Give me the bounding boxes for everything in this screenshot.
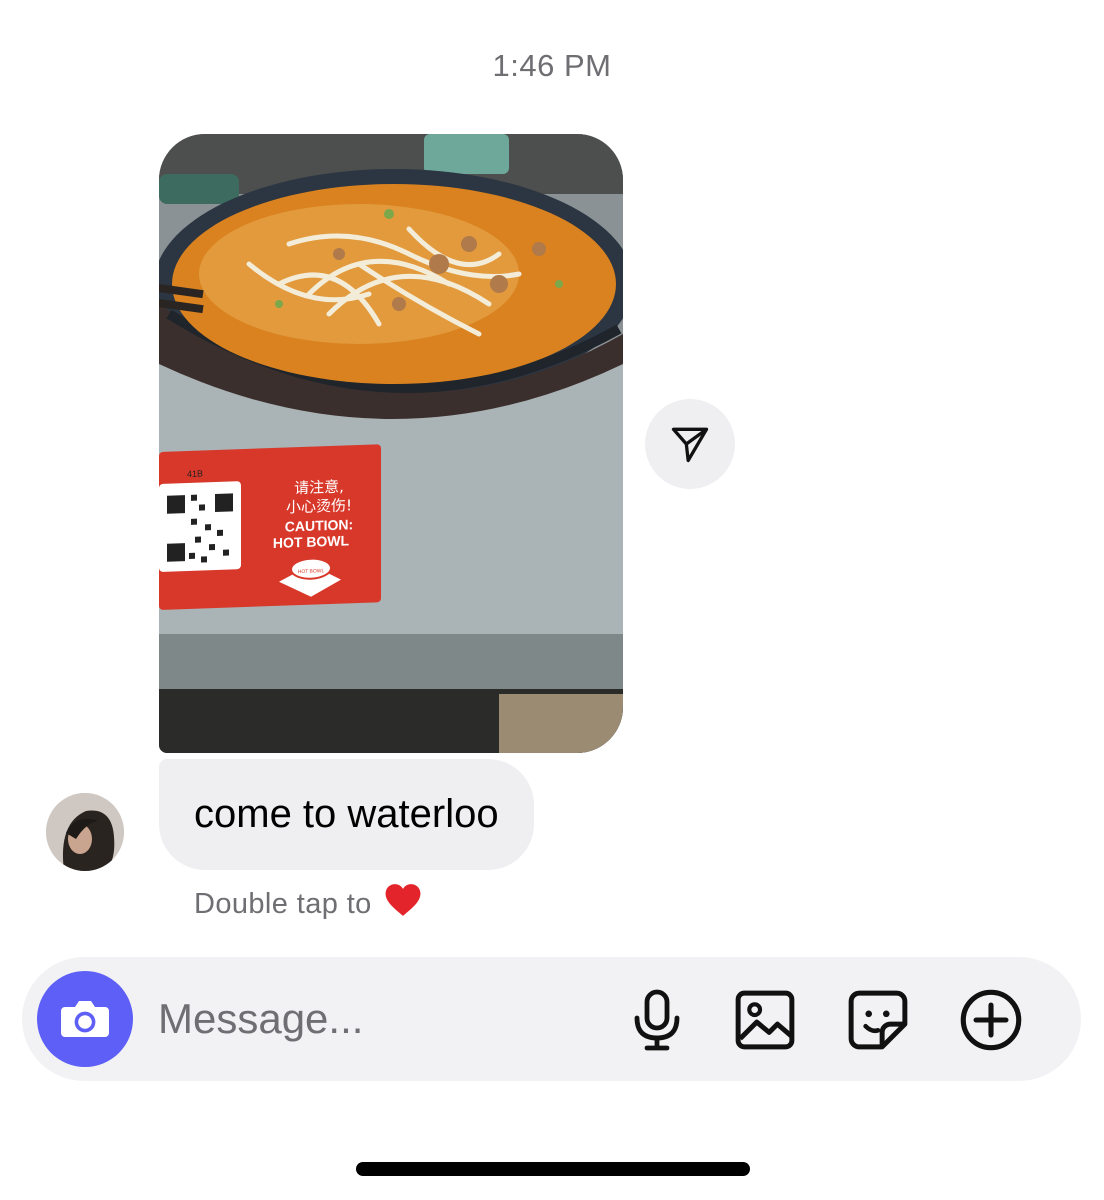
- message-text: come to waterloo: [194, 792, 499, 836]
- sticker-icon: [848, 990, 908, 1050]
- gallery-icon: [735, 990, 795, 1050]
- noodle-soup-photo: 41B 请注意, 小心烫伤! CAUTION: HOT BOWL HOT BOW…: [159, 134, 623, 753]
- sticker-line-2: 小心烫伤!: [286, 496, 352, 516]
- paper-plane-icon: [671, 427, 709, 463]
- photo-message[interactable]: 41B 请注意, 小心烫伤! CAUTION: HOT BOWL HOT BOW…: [159, 134, 623, 753]
- plus-circle-icon: [960, 989, 1022, 1051]
- sender-avatar[interactable]: [46, 793, 124, 871]
- avatar-image: [46, 793, 124, 871]
- sticker-line-1: 请注意,: [294, 478, 344, 498]
- reaction-hint-text: Double tap to: [194, 887, 372, 920]
- gallery-button[interactable]: [730, 985, 800, 1055]
- message-composer: [22, 957, 1081, 1081]
- sticker-bowl-label: HOT BOWL: [298, 568, 325, 575]
- message-timestamp: 1:46 PM: [492, 48, 612, 83]
- heart-icon: [385, 884, 421, 916]
- sticker-code: 41B: [187, 468, 203, 479]
- more-button[interactable]: [956, 985, 1026, 1055]
- heart-emoji: [384, 882, 422, 926]
- message-bubble[interactable]: come to waterloo: [159, 759, 534, 870]
- sticker-line-4: HOT BOWL: [273, 532, 350, 551]
- share-button[interactable]: [645, 399, 735, 489]
- camera-button[interactable]: [37, 971, 133, 1067]
- message-input[interactable]: [158, 987, 598, 1051]
- microphone-button[interactable]: [622, 985, 692, 1055]
- sticker-button[interactable]: [843, 985, 913, 1055]
- home-indicator[interactable]: [356, 1162, 750, 1176]
- reaction-hint: Double tap to: [194, 882, 422, 926]
- microphone-icon: [634, 989, 680, 1051]
- camera-icon: [61, 1001, 109, 1037]
